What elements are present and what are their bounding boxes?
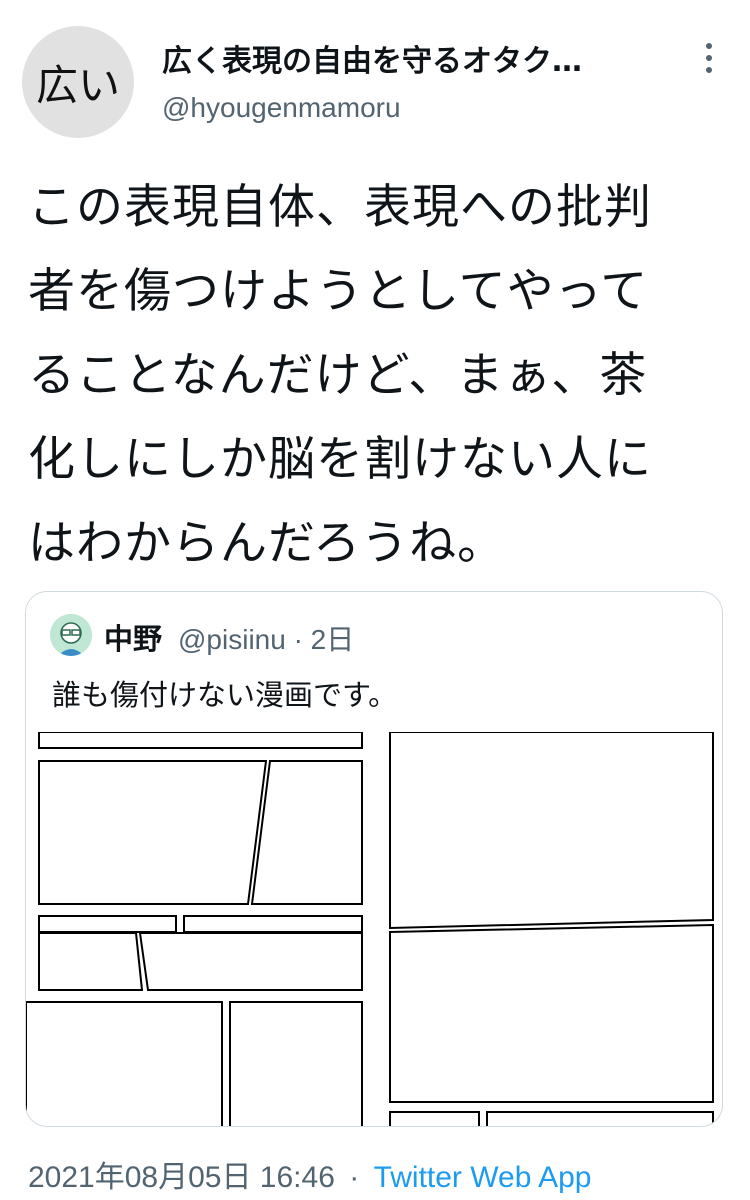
avatar-text: 広い: [35, 60, 120, 110]
manga-panel: [389, 923, 714, 1103]
manga-panel: [38, 760, 268, 905]
manga-panel: [183, 915, 363, 933]
manga-panel: [26, 1001, 223, 1126]
manga-panels-image[interactable]: [26, 732, 723, 1127]
quoted-author-handle-time: @pisiinu · 2日: [178, 624, 355, 655]
quoted-author-name[interactable]: 中野: [104, 616, 162, 658]
manga-panel: [389, 732, 714, 930]
manga-panel: [138, 932, 363, 991]
manga-panel: [389, 1111, 480, 1126]
manga-panel: [250, 760, 363, 905]
manga-panel: [38, 915, 177, 933]
author-display-name[interactable]: 広く表現の自由を守るオタク…: [162, 36, 682, 80]
manga-panel: [486, 1111, 714, 1126]
tweet-line: ることなんだけど、まぁ、茶: [28, 348, 648, 403]
tweet-timestamp[interactable]: 2021年08月05日 16:46: [28, 1161, 335, 1194]
tweet-line: 者を傷つけようとしてやって: [28, 264, 649, 319]
tweet-line: はわからんだろうね。: [28, 516, 506, 571]
manga-panel: [38, 932, 144, 991]
tweet-footer: 2021年08月05日 16:46 · Twitter Web App: [28, 1152, 591, 1196]
quoted-tweet-text: 誰も傷付けない漫画です。: [52, 678, 398, 712]
manga-panel: [38, 732, 363, 749]
quoted-author-avatar[interactable]: [50, 614, 92, 656]
tweet-line: 化しにしか脳を割けない人に: [28, 432, 652, 487]
quoted-tweet-card[interactable]: 中野 @pisiinu · 2日 誰も傷付けない漫画です。: [25, 591, 723, 1127]
tweet-source-link[interactable]: Twitter Web App: [374, 1161, 592, 1194]
tweet-line: この表現自体、表現への批判: [28, 180, 652, 235]
author-handle[interactable]: @hyougenmamoru: [162, 92, 401, 124]
tweet-body: この表現自体、表現への批判 者を傷つけようとしてやって ることなんだけど、まぁ、…: [28, 166, 728, 586]
separator-dot: ·: [349, 1161, 360, 1194]
author-avatar[interactable]: 広い: [22, 26, 134, 138]
more-options-icon[interactable]: [694, 38, 724, 78]
manga-panel: [229, 1001, 363, 1126]
